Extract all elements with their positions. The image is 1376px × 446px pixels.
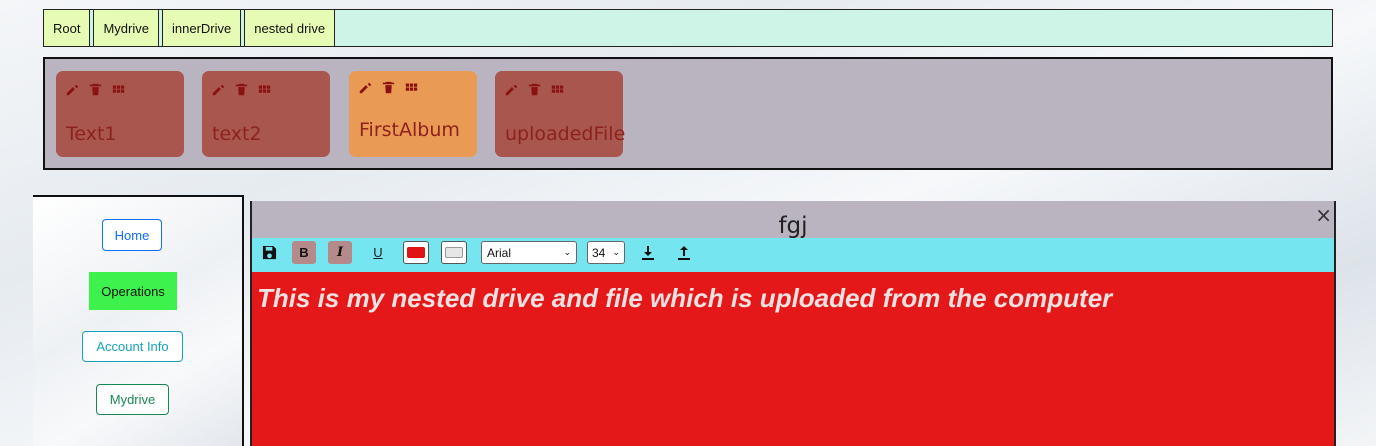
font-family-value: Arial	[487, 245, 512, 260]
grid-icon[interactable]	[405, 81, 418, 94]
text-editor-modal: fgj × B I U Arial ⌄ 34 ⌄ This is my nest…	[250, 201, 1336, 446]
font-color-swatch	[407, 247, 425, 258]
editor-text[interactable]: This is my nested drive and file which i…	[257, 283, 1112, 314]
breadcrumb-innerdrive[interactable]: innerDrive	[161, 10, 242, 46]
editor-toolbar: B I U Arial ⌄ 34 ⌄	[252, 238, 1334, 272]
edit-icon[interactable]	[212, 83, 225, 96]
drive-item-label: FirstAlbum	[359, 119, 460, 141]
drive-item-label: Text1	[66, 123, 117, 145]
close-button[interactable]: ×	[1315, 203, 1332, 227]
delete-icon[interactable]	[235, 83, 248, 96]
upload-icon	[678, 245, 690, 260]
edit-icon[interactable]	[505, 83, 518, 96]
account-info-button[interactable]: Account Info	[82, 331, 183, 362]
bold-button[interactable]: B	[292, 241, 316, 264]
grid-icon[interactable]	[258, 83, 271, 96]
delete-icon[interactable]	[528, 83, 541, 96]
edit-icon[interactable]	[359, 81, 372, 94]
save-icon	[262, 245, 276, 260]
drive-item-text2[interactable]: text2	[202, 71, 330, 157]
breadcrumb: Root Mydrive innerDrive nested drive	[43, 9, 1333, 47]
breadcrumb-mydrive[interactable]: Mydrive	[93, 10, 159, 46]
editor-content-area[interactable]: This is my nested drive and file which i…	[252, 272, 1334, 446]
drive-item-label: uploadedFile	[505, 123, 626, 145]
chevron-down-icon: ⌄	[612, 247, 620, 257]
underline-button[interactable]: U	[370, 241, 386, 264]
download-button[interactable]	[641, 241, 655, 264]
drive-item-firstalbum[interactable]: FirstAlbum	[349, 71, 477, 157]
editor-title: fgj	[778, 213, 808, 239]
breadcrumb-nested-drive[interactable]: nested drive	[244, 10, 336, 46]
drive-item-uploadedfile[interactable]: uploadedFile	[495, 71, 626, 157]
home-button[interactable]: Home	[102, 219, 162, 251]
download-icon	[642, 245, 654, 260]
upload-button[interactable]	[677, 241, 691, 264]
chevron-down-icon: ⌄	[563, 247, 571, 257]
edit-icon[interactable]	[66, 83, 79, 96]
drive-item-text1[interactable]: Text1	[56, 71, 184, 157]
delete-icon[interactable]	[89, 83, 102, 96]
background-color-swatch	[445, 247, 463, 258]
delete-icon[interactable]	[382, 81, 395, 94]
font-size-select[interactable]: 34 ⌄	[587, 241, 625, 264]
drive-item-label: text2	[212, 123, 262, 145]
italic-button[interactable]: I	[328, 241, 352, 264]
font-size-value: 34	[592, 245, 606, 260]
mydrive-button[interactable]: Mydrive	[96, 384, 169, 415]
grid-icon[interactable]	[551, 83, 564, 96]
sidebar: Home Operations Account Info Mydrive	[33, 195, 244, 446]
save-button[interactable]	[259, 241, 279, 264]
font-color-picker[interactable]	[403, 241, 429, 264]
breadcrumb-root[interactable]: Root	[44, 10, 91, 46]
operations-button[interactable]: Operations	[89, 272, 177, 310]
font-family-select[interactable]: Arial ⌄	[481, 241, 577, 264]
grid-icon[interactable]	[112, 83, 125, 96]
background-color-picker[interactable]	[441, 241, 467, 264]
drive-items-bar: Text1 text2 FirstAlbum uploadedFile	[43, 57, 1333, 170]
